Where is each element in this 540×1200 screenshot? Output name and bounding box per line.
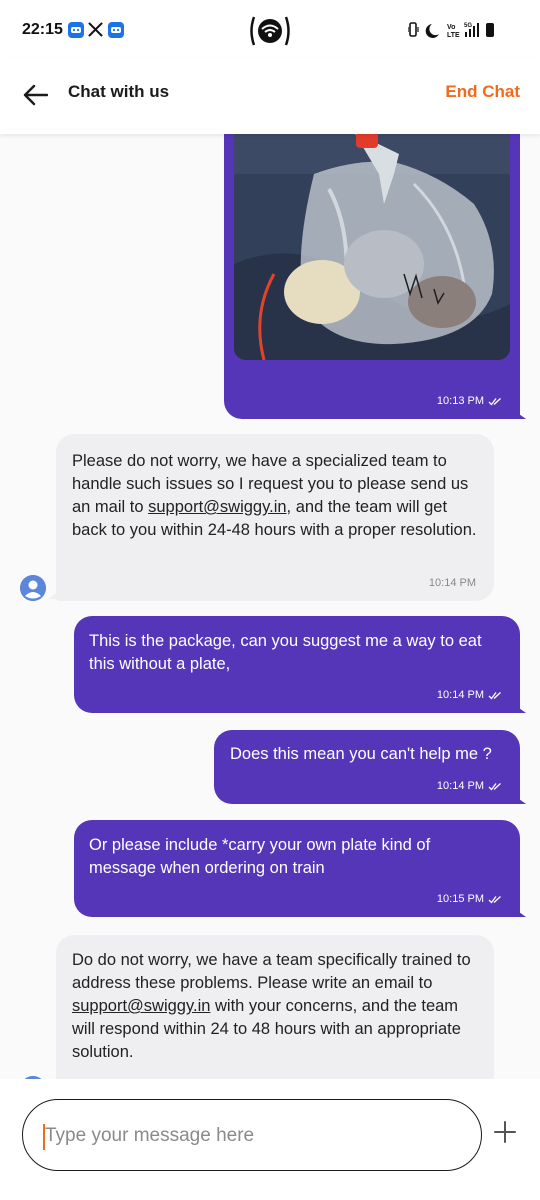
- notification-app-icon-2: [108, 22, 124, 38]
- read-receipt-icon: [488, 691, 501, 699]
- message-text: Do do not worry, we have a team specific…: [72, 951, 471, 1061]
- bubble-tail: [512, 794, 526, 804]
- end-chat-button[interactable]: End Chat: [445, 82, 520, 102]
- message-timestamp: 10:14 PM: [437, 689, 502, 701]
- notification-app-icon: [68, 22, 84, 38]
- bubble-tail: [512, 703, 526, 713]
- message-list[interactable]: 10:13 PM Please do not worry, we have a …: [0, 134, 540, 1079]
- message-outgoing[interactable]: This is the package, can you suggest me …: [74, 616, 520, 713]
- bubble-tail: [512, 409, 526, 419]
- status-time: 22:15: [22, 21, 63, 38]
- message-outgoing[interactable]: Does this mean you can't help me ? 10:14…: [214, 730, 520, 804]
- email-link[interactable]: support@swiggy.in: [72, 997, 210, 1015]
- message-text: Does this mean you can't help me ?: [230, 745, 492, 763]
- svg-text:5G: 5G: [464, 23, 472, 29]
- message-incoming[interactable]: Do do not worry, we have a team specific…: [56, 935, 494, 1079]
- camera-cutout-icon: [250, 16, 290, 46]
- message-text: Or please include *carry your own plate …: [89, 836, 431, 877]
- svg-text:Vo: Vo: [447, 24, 455, 31]
- status-bar: 22:15 Vo LTE 5G: [0, 0, 540, 58]
- x-app-icon: [88, 22, 103, 37]
- read-receipt-icon: [488, 397, 501, 405]
- back-arrow-icon: [23, 84, 48, 106]
- message-text: This is the package, can you suggest me …: [89, 632, 482, 673]
- message-timestamp: 10:13 PM: [437, 395, 502, 407]
- message-timestamp: 10:15 PM: [437, 893, 502, 905]
- package-photo[interactable]: [234, 134, 510, 360]
- back-button[interactable]: [18, 78, 52, 112]
- svg-text:LTE: LTE: [447, 32, 460, 39]
- message-input[interactable]: [45, 1122, 455, 1150]
- user-avatar-icon: [20, 575, 46, 601]
- chat-screen: 22:15 Vo LTE 5G Chat with us End Chat 10…: [0, 0, 540, 1200]
- email-link[interactable]: support@swiggy.in: [148, 498, 286, 516]
- read-receipt-icon: [488, 895, 501, 903]
- system-status-icons: Vo LTE 5G: [408, 22, 494, 39]
- message-timestamp: 10:14 PM: [428, 577, 476, 589]
- read-receipt-icon: [488, 782, 501, 790]
- bubble-tail: [512, 907, 526, 917]
- message-text: Please do not worry, we have a specializ…: [72, 452, 477, 539]
- chat-header: Chat with us End Chat: [0, 58, 540, 134]
- message-outgoing-image[interactable]: 10:13 PM: [224, 134, 520, 419]
- message-input-container[interactable]: [22, 1099, 482, 1171]
- agent-avatar: [20, 575, 46, 601]
- message-composer: [0, 1079, 540, 1200]
- page-title: Chat with us: [68, 82, 170, 101]
- message-outgoing[interactable]: Or please include *carry your own plate …: [74, 820, 520, 917]
- food-package-image: [234, 134, 510, 360]
- message-incoming[interactable]: Please do not worry, we have a specializ…: [56, 434, 494, 601]
- add-attachment-button[interactable]: [492, 1119, 518, 1145]
- message-timestamp: 10:14 PM: [437, 780, 502, 792]
